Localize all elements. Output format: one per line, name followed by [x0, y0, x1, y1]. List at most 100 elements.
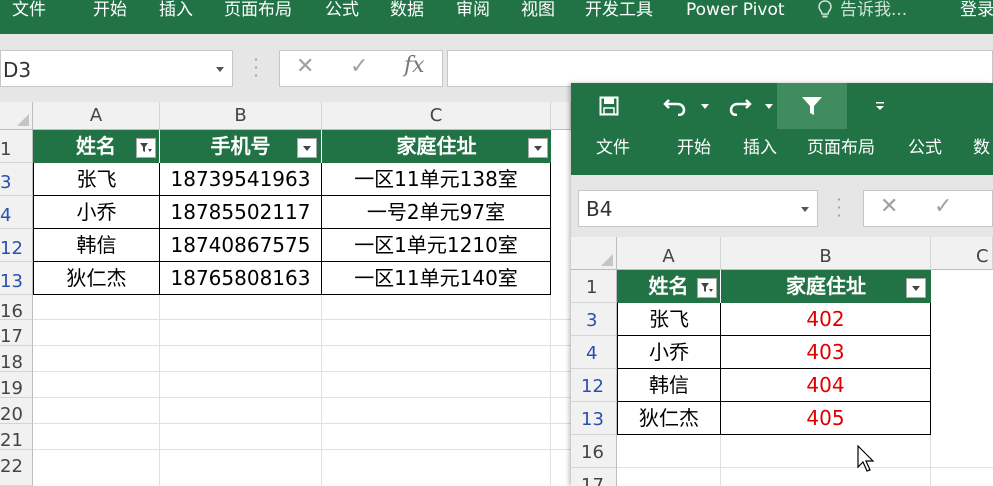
cell-phone[interactable]: 18739541963	[160, 163, 322, 196]
cell-phone[interactable]: 18740867575	[160, 229, 322, 262]
row-header-17[interactable]: 17	[571, 468, 617, 486]
cell-address[interactable]: 一号2单元97室	[322, 196, 551, 229]
row-header-19[interactable]: 19	[0, 372, 33, 399]
filter-dropdown-button[interactable]	[528, 138, 548, 158]
row-header-16[interactable]: 16	[0, 295, 33, 322]
row-header-18[interactable]: 18	[0, 346, 33, 373]
gridline	[33, 345, 571, 346]
row-header-4[interactable]: 4	[571, 336, 617, 369]
table-header-address[interactable]: 家庭住址	[322, 130, 551, 163]
table-header-address[interactable]: 家庭住址	[721, 270, 931, 303]
cell-address[interactable]: 一区11单元140室	[322, 262, 551, 295]
select-all-corner[interactable]	[0, 102, 33, 130]
col-header-c[interactable]: C	[931, 237, 993, 270]
tab-page-layout[interactable]: 页面布局	[807, 138, 875, 158]
row-header-22[interactable]: 22	[0, 450, 33, 486]
row-header-12[interactable]: 12	[0, 229, 33, 262]
col-header-b[interactable]: B	[160, 102, 322, 130]
row-header-21[interactable]: 21	[0, 424, 33, 451]
row-header-13[interactable]: 13	[571, 402, 617, 435]
tab-data[interactable]: 数据	[390, 0, 424, 20]
cell-name[interactable]: 狄仁杰	[617, 402, 721, 435]
undo-icon[interactable]	[663, 96, 687, 116]
customize-toolbar-icon[interactable]	[875, 101, 885, 111]
filter-dropdown-button[interactable]	[297, 138, 317, 158]
filter-funnel-icon[interactable]	[801, 95, 823, 117]
cell-address[interactable]: 一区1单元1210室	[322, 229, 551, 262]
gridline	[159, 295, 160, 486]
tab-home[interactable]: 开始	[677, 138, 711, 158]
header-label: 家庭住址	[786, 274, 866, 298]
col-header-c[interactable]: C	[322, 102, 551, 130]
col-header-a[interactable]: A	[617, 237, 721, 270]
tab-review[interactable]: 审阅	[456, 0, 490, 20]
row-header-20[interactable]: 20	[0, 398, 33, 425]
tab-home[interactable]: 开始	[93, 0, 127, 20]
cell-phone[interactable]: 18785502117	[160, 196, 322, 229]
col-header-a[interactable]: A	[33, 102, 160, 130]
redo-dropdown-icon[interactable]	[765, 104, 773, 109]
tab-power-pivot[interactable]: Power Pivot	[686, 0, 785, 20]
cancel-icon[interactable]: ✕	[880, 194, 898, 219]
tab-insert[interactable]: 插入	[743, 138, 777, 158]
header-label: 手机号	[210, 134, 271, 158]
row-header-13[interactable]: 13	[0, 262, 33, 295]
name-box[interactable]: B4	[578, 190, 818, 227]
tab-formulas[interactable]: 公式	[908, 138, 942, 158]
row-header-1[interactable]: 1	[0, 130, 33, 163]
filter-active-button[interactable]	[136, 138, 156, 158]
cell-name[interactable]: 张飞	[617, 303, 721, 336]
tell-me-search[interactable]: 告诉我...	[840, 0, 907, 20]
chevron-down-icon[interactable]	[801, 207, 809, 212]
select-all-corner[interactable]	[571, 237, 617, 270]
tab-data[interactable]: 数	[973, 138, 990, 158]
second-ribbon: 文件 开始 插入 页面布局 公式 数	[571, 83, 993, 175]
cell-address[interactable]: 403	[721, 336, 931, 369]
tab-insert[interactable]: 插入	[159, 0, 193, 20]
cell-name[interactable]: 张飞	[33, 163, 160, 196]
tab-file[interactable]: 文件	[596, 138, 630, 158]
enter-check-icon[interactable]: ✓	[350, 54, 368, 79]
drag-handle-icon[interactable]: · · ·	[252, 52, 260, 84]
row-header-3[interactable]: 3	[0, 163, 33, 196]
name-box[interactable]: D3	[0, 50, 233, 87]
cell-address[interactable]: 一区11单元138室	[322, 163, 551, 196]
cell-name[interactable]: 狄仁杰	[33, 262, 160, 295]
row-header-16[interactable]: 16	[571, 435, 617, 468]
chevron-down-icon	[534, 146, 542, 151]
main-grid: A B C 1 3 4 12 13 16 17 18 19 20 21 22 姓…	[0, 102, 571, 486]
cell-name[interactable]: 小乔	[617, 336, 721, 369]
row-header-17[interactable]: 17	[0, 320, 33, 347]
cell-address[interactable]: 404	[721, 369, 931, 402]
row-header-4[interactable]: 4	[0, 196, 33, 229]
cell-name[interactable]: 小乔	[33, 196, 160, 229]
chevron-down-icon[interactable]	[216, 67, 224, 72]
tab-file[interactable]: 文件	[12, 0, 46, 20]
tab-view[interactable]: 视图	[521, 0, 555, 20]
formula-input[interactable]	[447, 50, 993, 87]
row-header-12[interactable]: 12	[571, 369, 617, 402]
login-link[interactable]: 登录	[960, 0, 993, 20]
cell-name[interactable]: 韩信	[33, 229, 160, 262]
tab-page-layout[interactable]: 页面布局	[224, 0, 292, 20]
second-grid: A B C 1 3 4 12 13 16 17 姓名 家庭住址 张飞 402 小…	[571, 237, 993, 486]
filter-active-button[interactable]	[697, 278, 717, 298]
cell-address[interactable]: 405	[721, 402, 931, 435]
cell-name[interactable]: 韩信	[617, 369, 721, 402]
filter-dropdown-button[interactable]	[906, 278, 926, 298]
row-header-3[interactable]: 3	[571, 303, 617, 336]
undo-dropdown-icon[interactable]	[701, 104, 709, 109]
col-header-d[interactable]	[551, 102, 571, 130]
fx-icon[interactable]: fx	[404, 53, 425, 78]
save-icon[interactable]	[599, 96, 619, 116]
drag-handle-icon[interactable]: · · ·	[835, 192, 843, 224]
redo-icon[interactable]	[728, 96, 752, 116]
cell-phone[interactable]: 18765808163	[160, 262, 322, 295]
tab-developer[interactable]: 开发工具	[585, 0, 653, 20]
row-header-1[interactable]: 1	[571, 270, 617, 303]
enter-check-icon[interactable]: ✓	[934, 194, 952, 219]
cell-address[interactable]: 402	[721, 303, 931, 336]
col-header-b[interactable]: B	[721, 237, 931, 270]
cancel-icon[interactable]: ✕	[296, 54, 314, 79]
tab-formulas[interactable]: 公式	[325, 0, 359, 20]
